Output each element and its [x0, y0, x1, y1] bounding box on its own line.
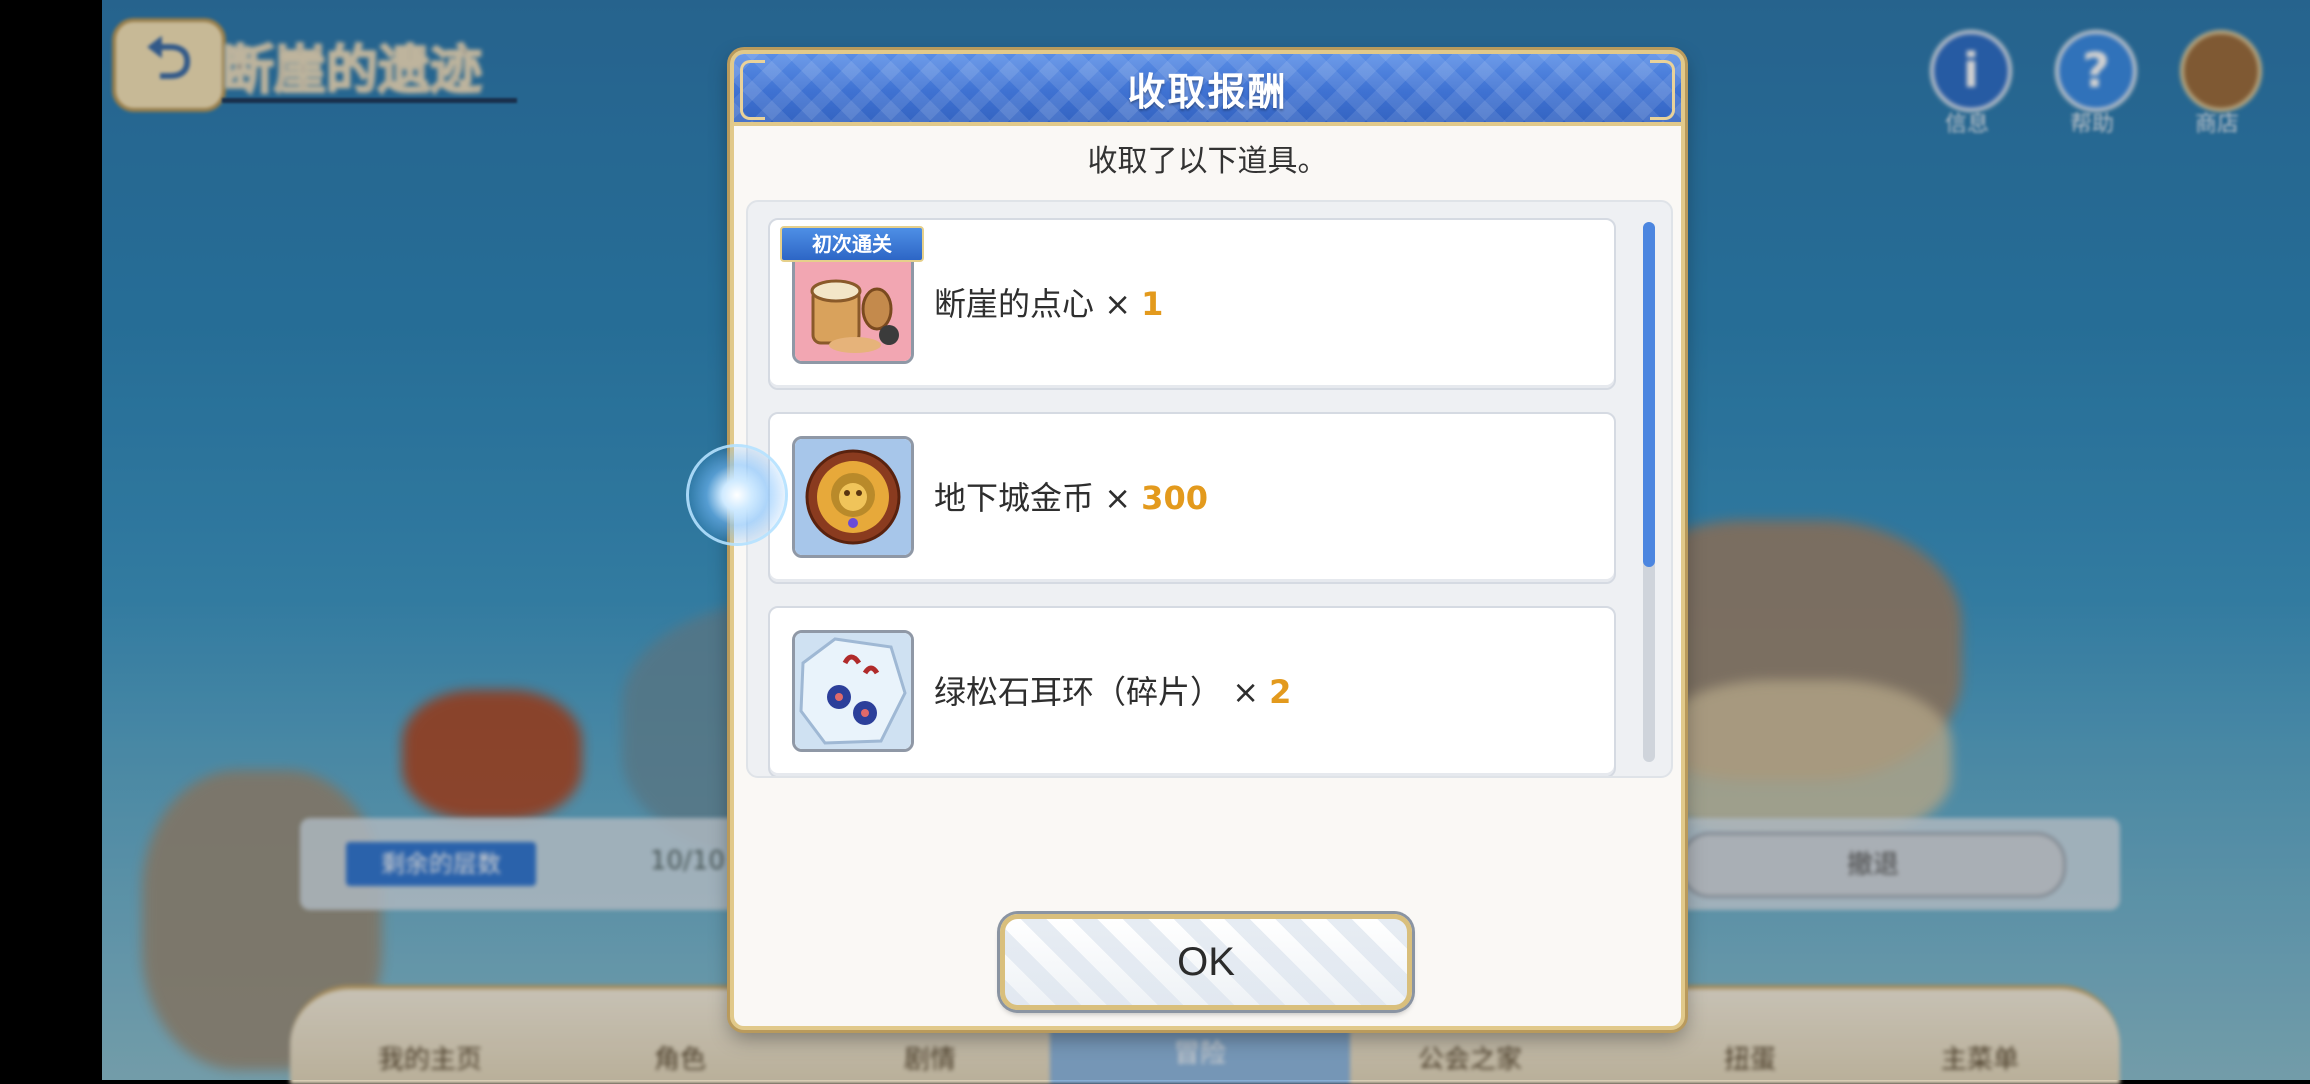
tap-sparkle-effect: [686, 444, 788, 546]
scrollbar-thumb[interactable]: [1643, 222, 1655, 567]
reward-item-quantity: 2: [1269, 673, 1292, 711]
turquoise-earring-fragment-icon: [792, 630, 914, 752]
header-corner-ornament: [1650, 60, 1675, 120]
reward-list-scrollbar[interactable]: [1643, 222, 1655, 762]
times-sign: ×: [1104, 285, 1131, 323]
dungeon-coin-icon: [792, 436, 914, 558]
times-sign: ×: [1232, 673, 1259, 711]
dialog-header: 收取报酬: [734, 54, 1681, 126]
reward-dialog: 收取报酬 收取了以下道具。 初次通关 断崖的点心 × 1 地下城金币 × 300…: [730, 50, 1685, 1030]
reward-item-quantity: 1: [1141, 285, 1164, 323]
reward-item: 地下城金币 × 300: [768, 412, 1616, 584]
reward-item-text: 断崖的点心 × 1: [934, 220, 1163, 388]
reward-item: 绿松石耳环（碎片） × 2: [768, 606, 1616, 776]
times-sign: ×: [1104, 479, 1131, 517]
reward-item-quantity: 300: [1141, 479, 1208, 517]
header-corner-ornament: [740, 60, 765, 120]
reward-item-text: 地下城金币 × 300: [934, 414, 1208, 582]
reward-item-text: 绿松石耳环（碎片） × 2: [934, 608, 1291, 776]
ok-button[interactable]: OK: [1000, 914, 1412, 1010]
dialog-title: 收取报酬: [1127, 69, 1288, 114]
first-clear-badge: 初次通关: [780, 226, 924, 262]
reward-item-name: 绿松石耳环（碎片）: [934, 673, 1223, 711]
dialog-subtitle: 收取了以下道具。: [1087, 144, 1328, 179]
reward-list[interactable]: 初次通关 断崖的点心 × 1 地下城金币 × 300 绿松石耳环（碎片） × 2: [746, 200, 1673, 778]
reward-item-name: 断崖的点心: [934, 285, 1095, 323]
ok-button-label: OK: [1177, 939, 1235, 984]
reward-item-name: 地下城金币: [934, 479, 1095, 517]
reward-item: 初次通关 断崖的点心 × 1: [768, 218, 1616, 390]
